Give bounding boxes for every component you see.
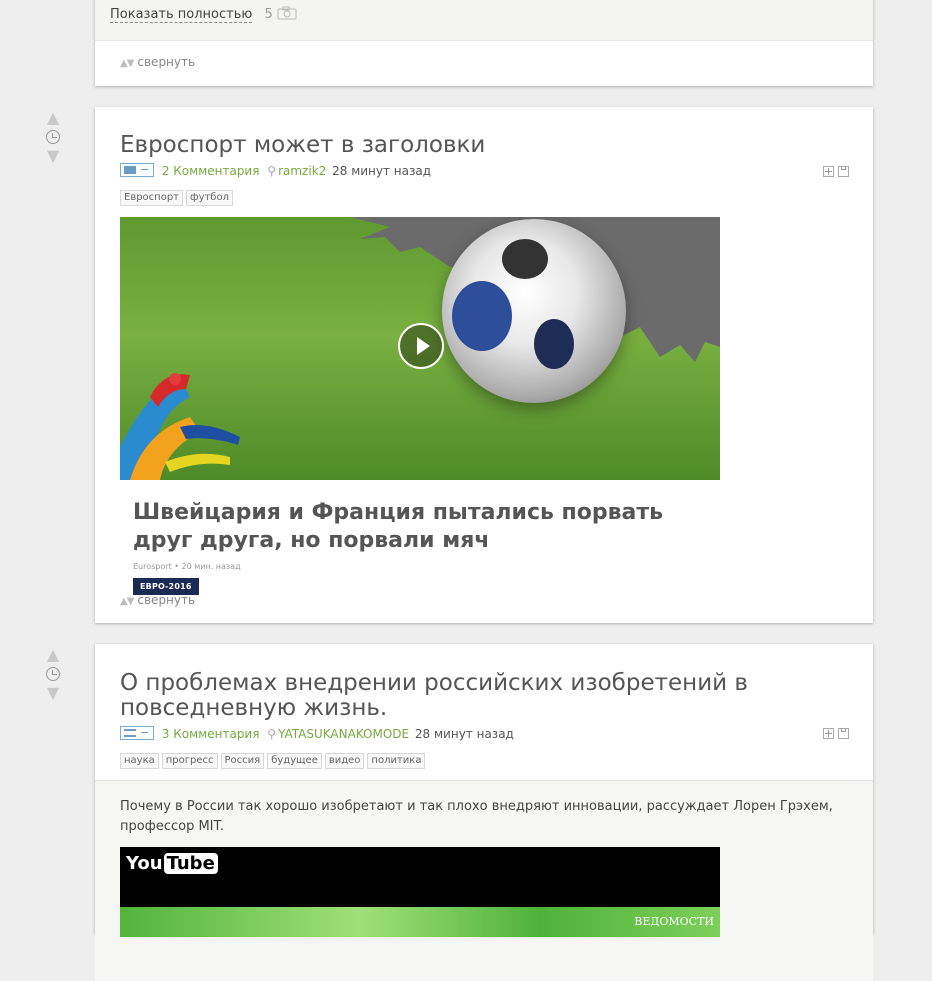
camera-icon bbox=[277, 6, 297, 20]
youtube-logo-tube: Tube bbox=[163, 853, 218, 874]
expand-icon[interactable] bbox=[823, 166, 834, 177]
embed-image[interactable] bbox=[120, 217, 720, 480]
embed-source: Eurosport • 20 мин. назад bbox=[133, 562, 241, 571]
euro-art-graphic bbox=[120, 373, 240, 480]
tag[interactable]: политика bbox=[367, 753, 426, 769]
photo-count-value: 5 bbox=[264, 7, 273, 22]
clock-icon[interactable] bbox=[46, 667, 60, 681]
post-tools bbox=[819, 724, 849, 743]
collapse-arrows-icon: ▲▼ bbox=[120, 596, 134, 607]
post-description: Почему в России так хорошо изобретают и … bbox=[120, 799, 833, 834]
vote-up-icon[interactable]: ▲ bbox=[43, 647, 63, 663]
youtube-logo: You Tube bbox=[126, 853, 218, 874]
save-icon[interactable] bbox=[838, 166, 849, 177]
tag[interactable]: прогресс bbox=[161, 753, 218, 769]
post-time: 28 минут назад bbox=[332, 164, 432, 178]
author-link[interactable]: ramzik2 bbox=[278, 164, 326, 178]
collapse-link[interactable]: ▲▼ свернуть bbox=[120, 593, 195, 607]
play-icon[interactable] bbox=[398, 323, 444, 369]
show-full-link[interactable]: Показать полностью bbox=[110, 7, 253, 23]
tag[interactable]: футбол bbox=[186, 190, 233, 206]
text-post-type-icon[interactable] bbox=[120, 726, 154, 740]
user-icon: ⚲ bbox=[267, 727, 277, 741]
ball-image bbox=[442, 219, 626, 403]
tag[interactable]: Россия bbox=[220, 753, 265, 769]
post-card-1: Показать полностью 5 ▲▼ свернуть bbox=[95, 0, 873, 86]
tag[interactable]: будущее bbox=[267, 753, 322, 769]
author-link[interactable]: YATASUKANAKOMODE bbox=[278, 727, 409, 741]
comments-link[interactable]: 3 Комментария bbox=[162, 727, 260, 741]
youtube-logo-you: You bbox=[126, 853, 163, 874]
vote-panel-2: ▲ ▼ bbox=[43, 110, 63, 164]
photo-count: 5 bbox=[264, 6, 297, 22]
post-card-3: О проблемах внедрении российских изобрет… bbox=[95, 644, 873, 981]
tag-list: наука прогресс Россия будущее видео политика bbox=[120, 748, 428, 769]
embed-headline[interactable]: Швейцария и Франция пытались порвать дру… bbox=[133, 499, 693, 555]
post-time: 28 минут назад bbox=[414, 727, 514, 741]
post-meta: 3 Комментария ⚲ YATASUKANAKOMODE 28 минут… bbox=[120, 726, 514, 741]
collapse-label: свернуть bbox=[137, 55, 196, 69]
video-frame-strip bbox=[120, 907, 720, 937]
image-post-type-icon[interactable] bbox=[120, 163, 154, 177]
user-icon: ⚲ bbox=[267, 164, 277, 178]
tag[interactable]: видео bbox=[324, 753, 365, 769]
tag[interactable]: Евроспорт bbox=[120, 190, 184, 206]
collapse-link[interactable]: ▲▼ свернуть bbox=[120, 55, 195, 69]
video-watermark: ВЕДОМОСТИ bbox=[634, 915, 714, 928]
post-title[interactable]: Евроспорт может в заголовки bbox=[120, 133, 485, 158]
post-tools bbox=[819, 162, 849, 181]
save-icon[interactable] bbox=[838, 728, 849, 739]
vote-up-icon[interactable]: ▲ bbox=[43, 110, 63, 126]
vote-panel-3: ▲ ▼ bbox=[43, 647, 63, 701]
comments-link[interactable]: 2 Комментария bbox=[162, 164, 260, 178]
collapse-label: свернуть bbox=[137, 593, 196, 607]
expand-icon[interactable] bbox=[823, 728, 834, 739]
post-meta: 2 Комментария ⚲ ramzik2 28 минут назад bbox=[120, 163, 431, 178]
collapse-arrows-icon: ▲▼ bbox=[120, 58, 134, 69]
tag[interactable]: наука bbox=[120, 753, 159, 769]
tag-list: Евроспорт футбол bbox=[120, 185, 236, 206]
post-card-2: Евроспорт может в заголовки 2 Комментари… bbox=[95, 107, 873, 623]
vote-down-icon[interactable]: ▼ bbox=[43, 148, 63, 164]
post-body: Почему в России так хорошо изобретают и … bbox=[95, 780, 873, 981]
clock-icon[interactable] bbox=[46, 130, 60, 144]
post-title[interactable]: О проблемах внедрении российских изобрет… bbox=[120, 671, 760, 721]
vote-down-icon[interactable]: ▼ bbox=[43, 685, 63, 701]
show-full-bar: Показать полностью 5 bbox=[95, 0, 873, 41]
